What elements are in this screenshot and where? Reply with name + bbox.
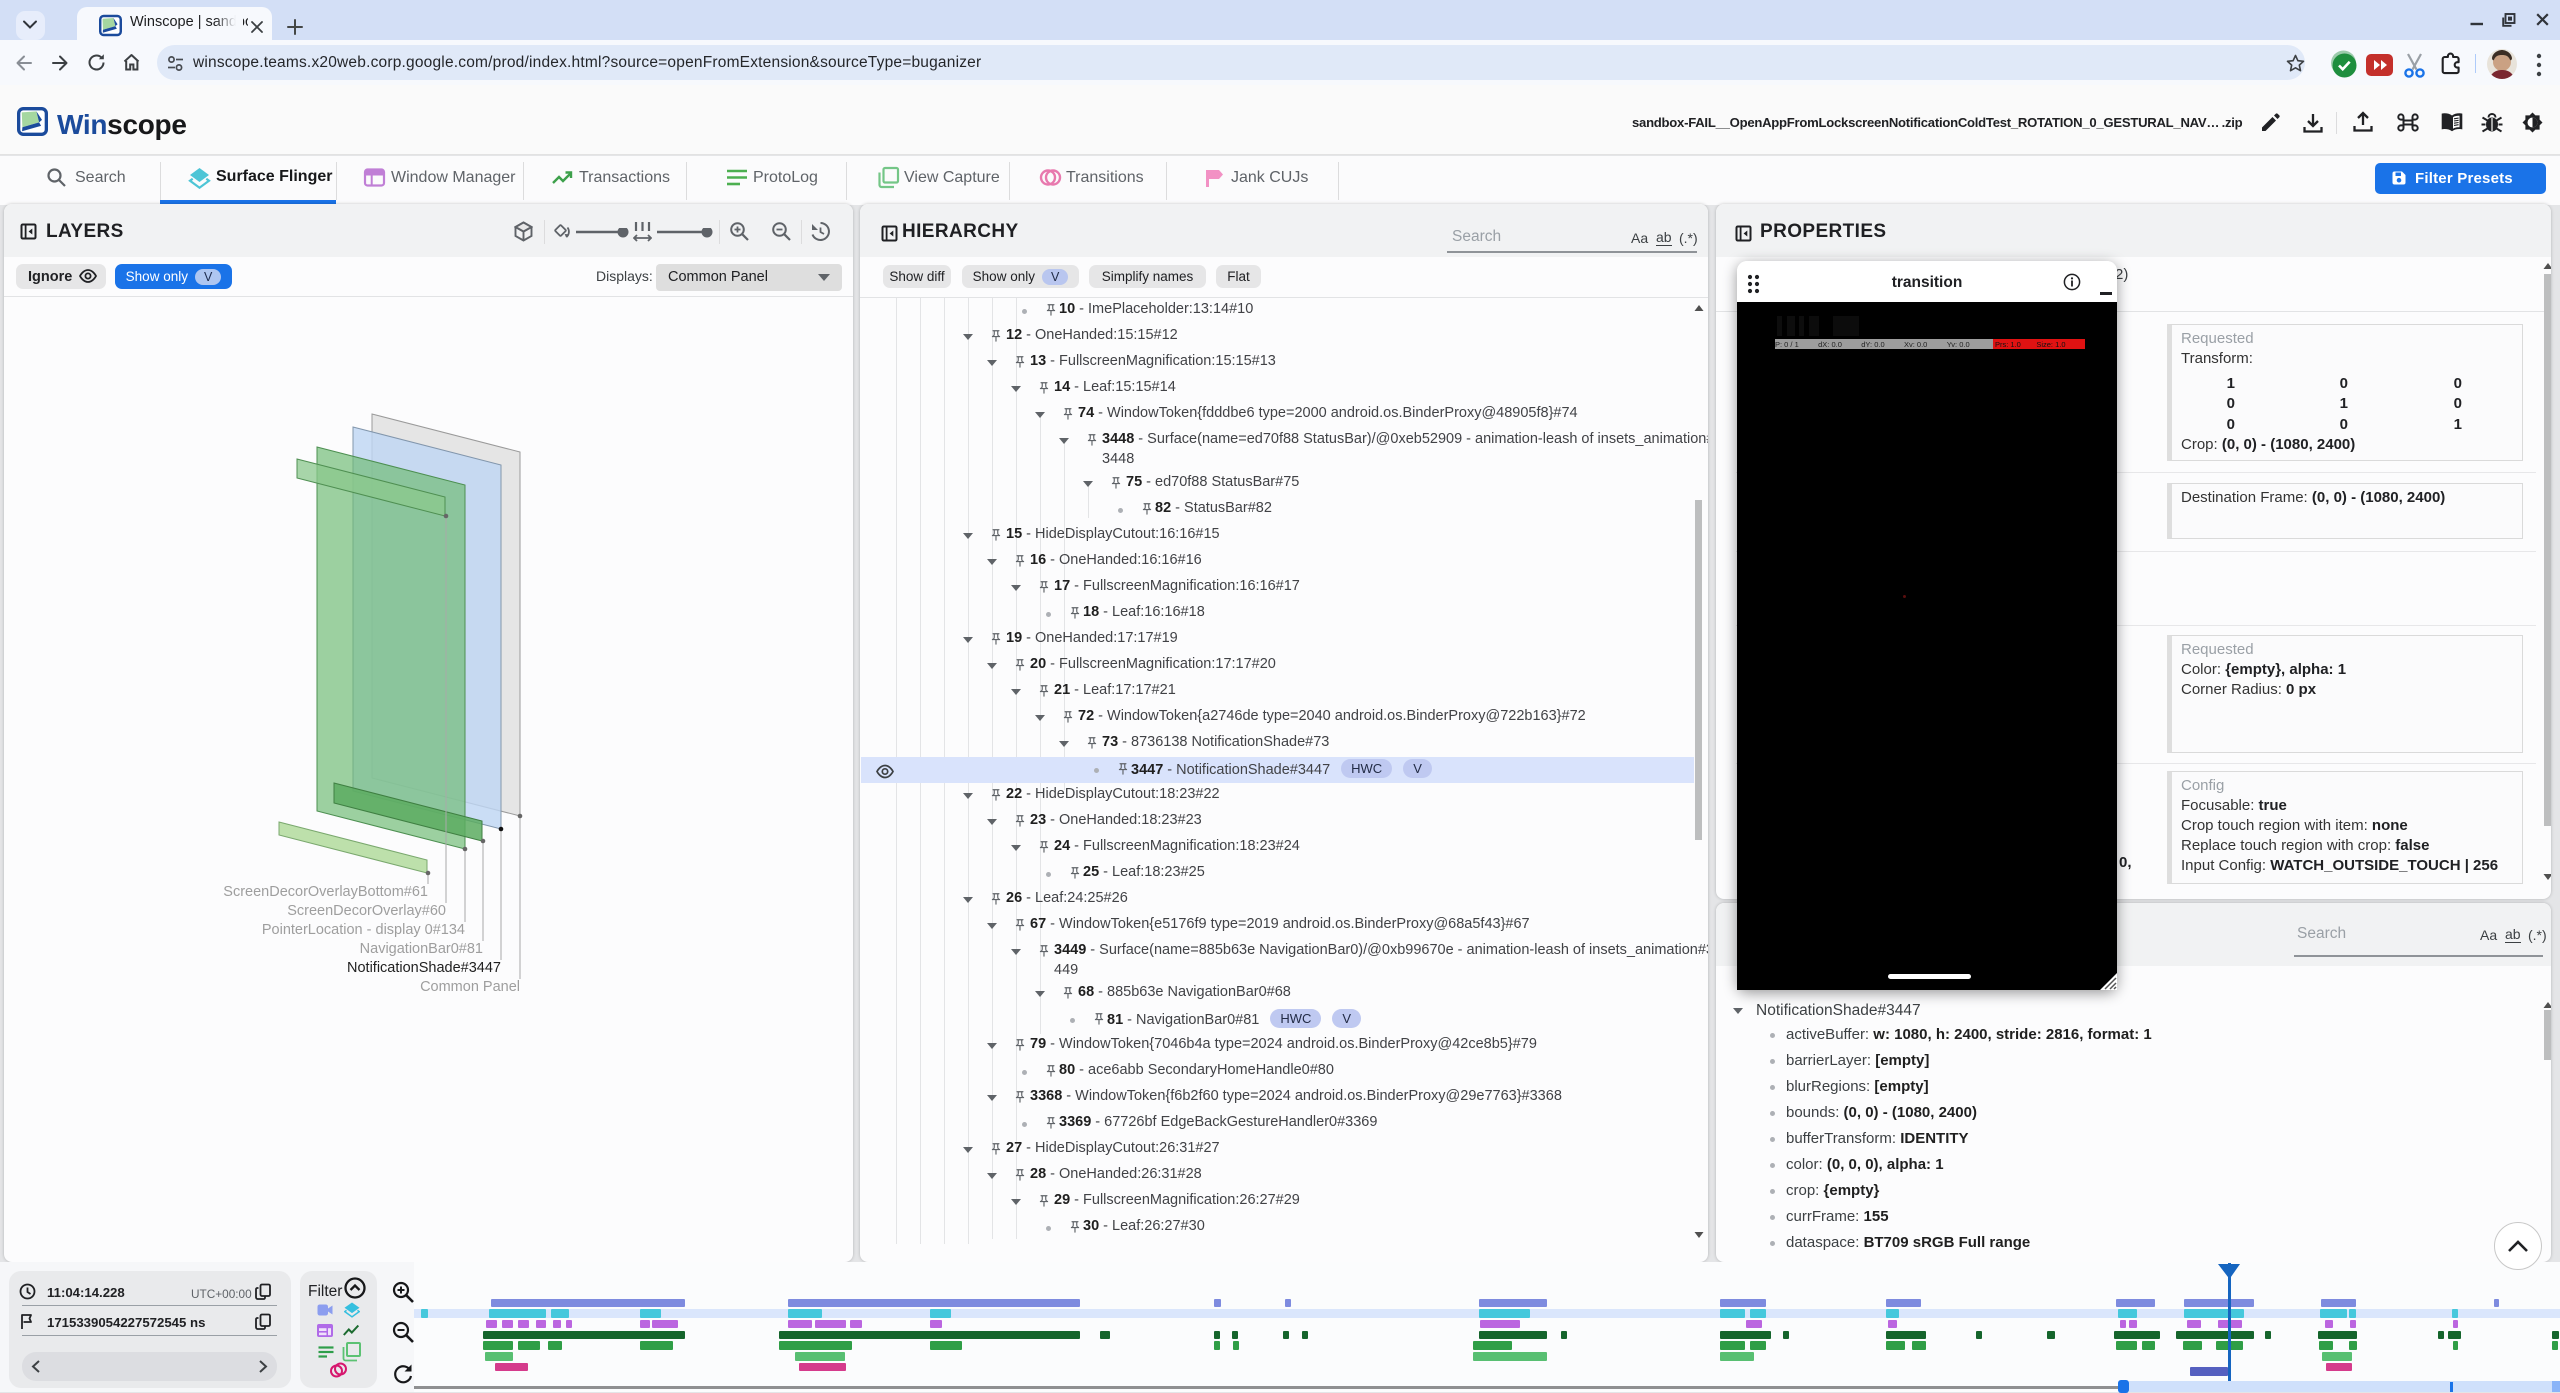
svg-text:NotificationShade#3447: NotificationShade#3447	[347, 960, 501, 976]
svg-text:ScreenDecorOverlayBottom#61: ScreenDecorOverlayBottom#61	[223, 884, 428, 900]
svg-text:Common Panel: Common Panel	[420, 979, 520, 995]
svg-text:NavigationBar0#81: NavigationBar0#81	[360, 941, 483, 957]
svg-text:ScreenDecorOverlay#60: ScreenDecorOverlay#60	[287, 903, 446, 919]
svg-text:PointerLocation - display 0#13: PointerLocation - display 0#134	[262, 922, 465, 938]
